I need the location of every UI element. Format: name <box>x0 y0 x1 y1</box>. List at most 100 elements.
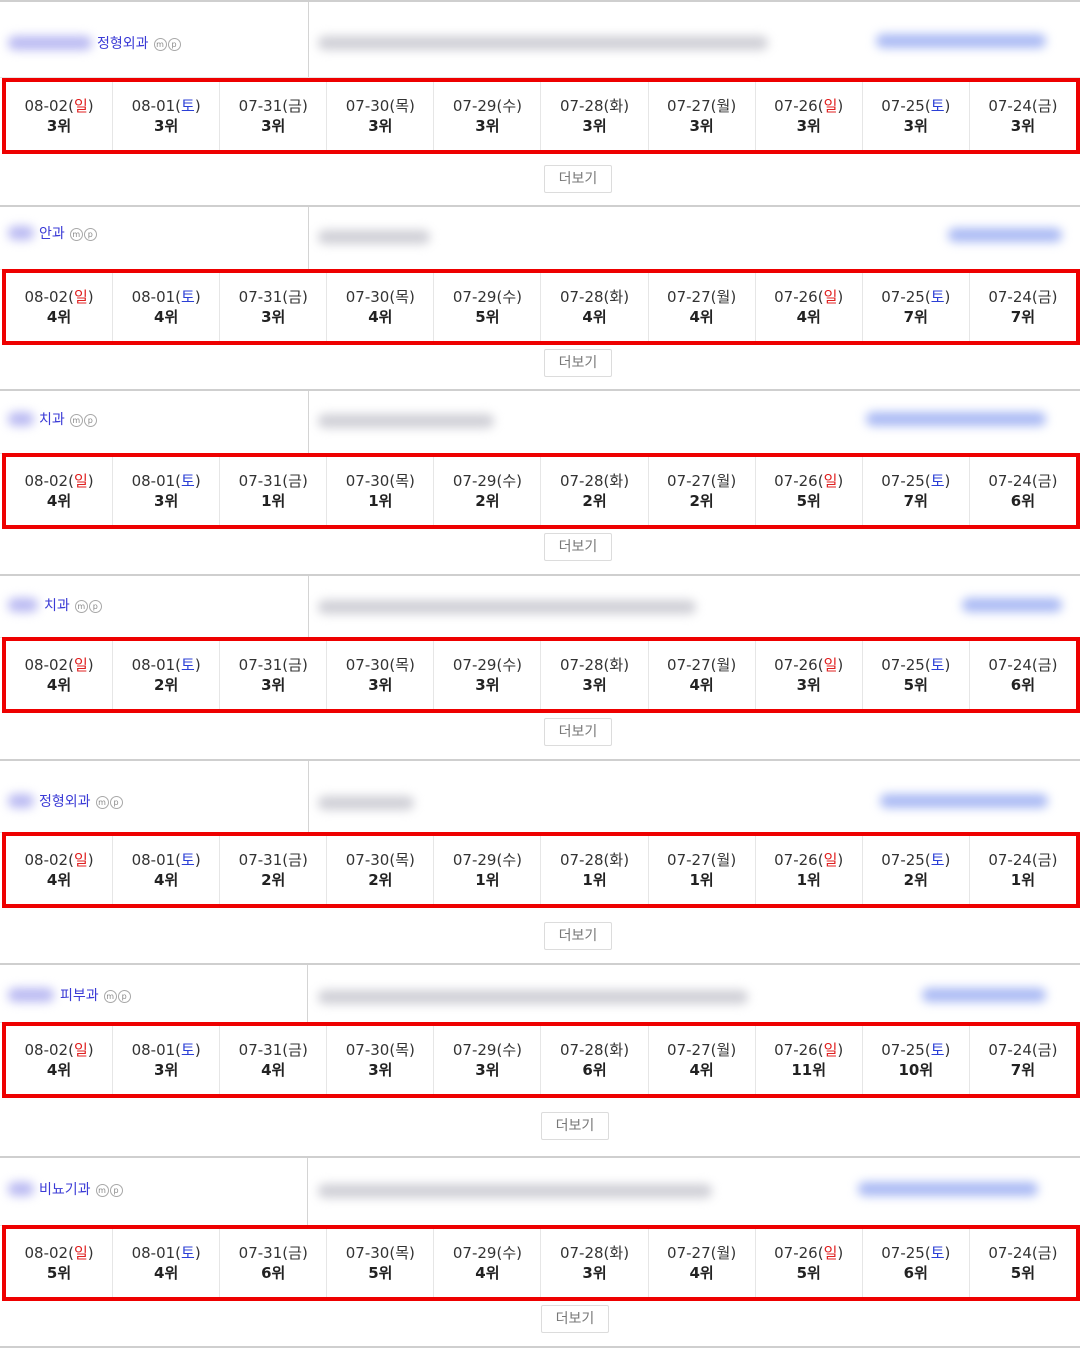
more-button[interactable]: 더보기 <box>541 1305 609 1333</box>
rank-day-cell: 07-25(토) 2위 <box>863 836 970 904</box>
rank-date: 07-29(수) <box>453 287 522 307</box>
rank-date: 07-29(수) <box>453 1243 522 1263</box>
date-text: 07-26 <box>774 656 818 674</box>
category-label[interactable]: 정형외과 m p <box>39 792 124 811</box>
paren: ) <box>623 1041 630 1059</box>
paren: ) <box>944 851 951 869</box>
rank-date: 07-24(금) <box>988 471 1057 491</box>
rank-day-cell: 07-26(일) 3위 <box>756 82 863 150</box>
date-text: 07-26 <box>774 472 818 490</box>
paren: ) <box>623 656 630 674</box>
paren: ) <box>301 288 308 306</box>
more-button[interactable]: 더보기 <box>544 165 612 193</box>
rank-day-cell: 08-02(일) 4위 <box>6 641 114 709</box>
rank-date: 07-28(화) <box>560 655 629 675</box>
date-text: 08-01 <box>131 656 176 674</box>
category-name: 피부과 <box>60 988 99 1004</box>
rank-value: 2위 <box>475 492 500 510</box>
rank-value: 4위 <box>689 1061 714 1079</box>
rank-day-cell: 07-26(일) 11위 <box>756 1026 863 1094</box>
category-name: 치과 <box>39 412 65 428</box>
weekday-text: 금 <box>1037 472 1052 490</box>
paren: ) <box>194 97 201 115</box>
category-label[interactable]: 안과 m p <box>39 224 98 243</box>
weekday-text: 월 <box>716 851 731 869</box>
weekday-text: 목 <box>395 288 410 306</box>
rank-value: 2위 <box>903 871 928 889</box>
paren: ) <box>944 656 951 674</box>
more-button[interactable]: 더보기 <box>544 533 612 561</box>
rank-value: 3위 <box>582 1264 607 1282</box>
category-label[interactable]: 비뇨기과 m p <box>39 1180 124 1199</box>
redacted-text <box>318 36 768 50</box>
rank-value: 1위 <box>475 871 500 889</box>
paren: ) <box>837 472 844 490</box>
rank-value: 3위 <box>796 676 821 694</box>
more-button[interactable]: 더보기 <box>541 1112 609 1140</box>
rank-date: 07-26(일) <box>774 471 843 491</box>
rank-date: 07-27(월) <box>667 1040 736 1060</box>
rank-history-box: 08-02(일) 4위 08-01(토) 2위 07-31(금) 3위 07-30(목) 3위… <box>2 637 1080 713</box>
date-text: 07-27 <box>667 97 711 115</box>
more-button[interactable]: 더보기 <box>544 349 612 377</box>
redacted-text <box>948 228 1062 242</box>
rank-day-cell: 07-30(목) 1위 <box>327 457 435 525</box>
divider <box>0 1346 1080 1348</box>
date-text: 07-29 <box>452 472 497 490</box>
rank-day-cell: 07-24(금) 5위 <box>970 1229 1076 1297</box>
rank-value: 3위 <box>368 117 393 135</box>
date-text: 07-24 <box>988 1244 1032 1262</box>
rank-date: 07-27(월) <box>667 1243 736 1263</box>
date-text: 08-02 <box>24 656 69 674</box>
category-label[interactable]: 피부과 m p <box>60 986 132 1005</box>
paren: ) <box>87 656 94 674</box>
category-label[interactable]: 치과 m p <box>44 596 103 615</box>
paren: ) <box>837 1041 844 1059</box>
rank-value: 4위 <box>154 871 179 889</box>
rank-day-cell: 07-27(월) 4위 <box>649 1229 756 1297</box>
rank-day-cell: 07-31(금) 2위 <box>220 836 328 904</box>
rank-value: 4위 <box>154 308 179 326</box>
rank-value: 2위 <box>154 676 179 694</box>
category-name: 정형외과 <box>97 36 149 52</box>
category-label[interactable]: 치과 m p <box>39 410 98 429</box>
rank-date: 07-25(토) <box>881 655 950 675</box>
date-text: 07-25 <box>881 1244 925 1262</box>
rank-day-cell: 07-27(월) 3위 <box>649 82 756 150</box>
rank-date: 07-31(금) <box>239 96 308 116</box>
rank-date: 07-28(화) <box>560 1040 629 1060</box>
rank-date: 07-28(화) <box>560 1243 629 1263</box>
rank-value: 2위 <box>582 492 607 510</box>
date-text: 07-29 <box>452 656 497 674</box>
date-text: 07-28 <box>559 1041 604 1059</box>
redacted-text <box>866 412 1046 426</box>
redacted-text <box>318 600 696 614</box>
rank-value: 4위 <box>475 1264 500 1282</box>
rank-value: 1위 <box>796 871 821 889</box>
weekday-text: 화 <box>609 656 624 674</box>
weekday-text: 수 <box>502 472 517 490</box>
weekday-text: 화 <box>609 851 624 869</box>
weekday-text: 토 <box>930 1244 945 1262</box>
rank-history-box: 08-02(일) 4위 08-01(토) 3위 07-31(금) 4위 07-30(목) 3위… <box>2 1022 1080 1098</box>
paren: ) <box>87 472 94 490</box>
weekday-text: 금 <box>288 656 302 674</box>
category-label[interactable]: 정형외과 m p <box>97 34 182 53</box>
paren: ) <box>409 288 415 306</box>
platform-badges: mp <box>69 224 98 242</box>
paren: ) <box>944 97 951 115</box>
rank-day-cell: 07-25(토) 10위 <box>863 1026 970 1094</box>
rank-day-cell: 07-29(수) 3위 <box>434 1026 542 1094</box>
rank-value: 4위 <box>46 871 72 889</box>
date-text: 08-02 <box>24 288 69 306</box>
rank-date: 07-26(일) <box>774 1040 843 1060</box>
column-divider <box>307 1158 308 1226</box>
weekday-text: 일 <box>823 97 838 115</box>
weekday-text: 목 <box>395 656 410 674</box>
rank-day-cell: 07-24(금) 6위 <box>970 457 1076 525</box>
rank-value: 3위 <box>368 676 393 694</box>
paren: ) <box>87 1041 94 1059</box>
more-button[interactable]: 더보기 <box>544 718 612 746</box>
date-text: 07-30 <box>345 1041 390 1059</box>
more-button[interactable]: 더보기 <box>544 922 612 950</box>
